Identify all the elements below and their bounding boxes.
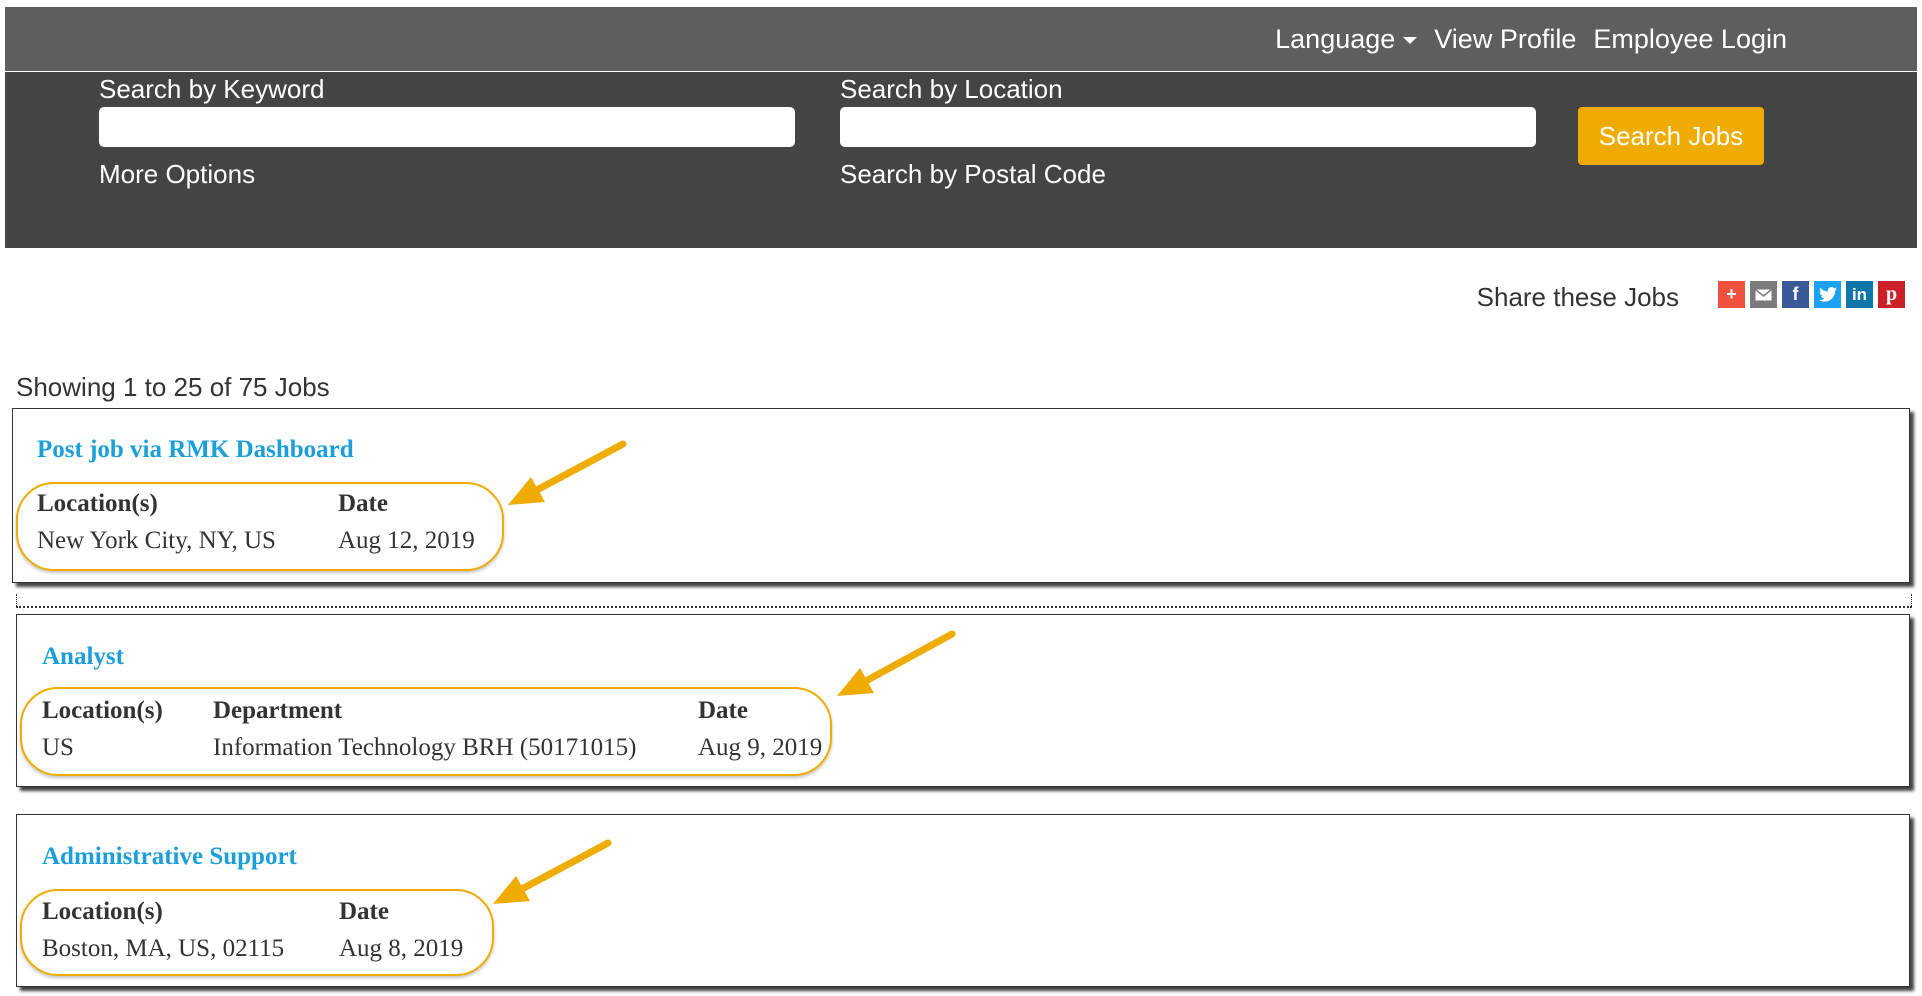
arrow-annotation-icon xyxy=(493,839,612,904)
keyword-input[interactable] xyxy=(99,107,795,147)
search-panel: Search by Keyword More Options Search by… xyxy=(5,72,1917,248)
arrow-annotation-icon xyxy=(837,630,956,696)
language-label: Language xyxy=(1275,23,1396,54)
location-label: Search by Location xyxy=(840,74,1063,104)
top-nav-bar: Language View Profile Employee Login xyxy=(5,7,1917,71)
linkedin-icon[interactable]: in xyxy=(1846,281,1873,308)
more-options-link[interactable]: More Options xyxy=(99,159,255,190)
card-separator xyxy=(16,594,1912,608)
search-jobs-button[interactable]: Search Jobs xyxy=(1578,107,1764,165)
employee-login-link[interactable]: Employee Login xyxy=(1593,24,1787,55)
pinterest-icon[interactable]: p xyxy=(1878,281,1905,308)
share-plus-icon[interactable]: + xyxy=(1718,281,1745,308)
highlight-oval xyxy=(16,482,504,571)
postal-code-link[interactable]: Search by Postal Code xyxy=(840,159,1106,190)
top-nav: Language View Profile Employee Login xyxy=(1275,7,1787,71)
twitter-icon[interactable] xyxy=(1814,281,1841,308)
highlight-oval xyxy=(20,889,494,976)
arrow-annotation-icon xyxy=(508,440,627,505)
job-title-link[interactable]: Analyst xyxy=(42,643,124,671)
email-icon[interactable] xyxy=(1750,281,1777,308)
view-profile-link[interactable]: View Profile xyxy=(1434,24,1576,55)
keyword-label: Search by Keyword xyxy=(99,74,325,104)
job-title-link[interactable]: Administrative Support xyxy=(42,843,297,871)
facebook-icon[interactable]: f xyxy=(1782,281,1809,308)
highlight-oval xyxy=(20,687,832,776)
language-dropdown[interactable]: Language xyxy=(1275,23,1418,55)
caret-down-icon xyxy=(1403,36,1418,44)
share-label: Share these Jobs xyxy=(1476,282,1679,312)
location-input[interactable] xyxy=(840,107,1536,147)
results-summary: Showing 1 to 25 of 75 Jobs xyxy=(16,372,330,402)
share-icons: + f in p xyxy=(1718,281,1905,308)
job-title-link[interactable]: Post job via RMK Dashboard xyxy=(37,436,354,464)
